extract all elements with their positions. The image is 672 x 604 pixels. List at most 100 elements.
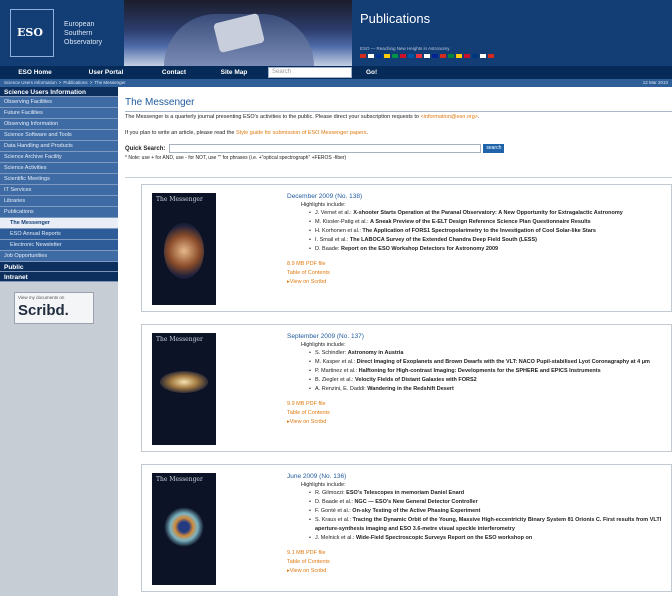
- flag-icon[interactable]: [432, 54, 438, 58]
- flag-icon[interactable]: [456, 54, 462, 58]
- highlight-title: Halftoning for High-contrast Imaging: De…: [358, 368, 601, 374]
- sidebar-item-science-activities[interactable]: Science Activities: [0, 163, 118, 174]
- sidebar-header-science-users[interactable]: Science Users Information: [0, 87, 118, 97]
- flag-icon[interactable]: [488, 54, 494, 58]
- issue-info: December 2009 (No. 138) Highlights inclu…: [287, 193, 671, 287]
- issue-info: September 2009 (No. 137) Highlights incl…: [287, 333, 671, 427]
- breadcrumb-item-science-users[interactable]: Science Users Information: [4, 80, 57, 86]
- sidebar-header-intranet[interactable]: Intranet: [0, 272, 118, 282]
- highlight-author: D. Baade:: [315, 246, 341, 252]
- pdf-download-link[interactable]: 8.9 MB PDF file: [287, 260, 671, 269]
- highlight-title: X-shooter Starts Operation at the Parana…: [353, 210, 623, 216]
- scribd-link[interactable]: ▸View on Scribd: [287, 418, 671, 427]
- style-guide-text: If you plan to write an article, please …: [125, 130, 368, 136]
- eso-logo[interactable]: ESO European Southern Observatory: [4, 3, 122, 63]
- table-of-contents-link[interactable]: Table of Contents: [287, 558, 671, 567]
- nav-eso-home[interactable]: ESO Home: [0, 69, 70, 76]
- sidebar-item-science-archive[interactable]: Science Archive Facility: [0, 152, 118, 163]
- nav-site-map[interactable]: Site Map: [206, 69, 262, 76]
- sidebar-item-libraries[interactable]: Libraries: [0, 196, 118, 207]
- highlight-author: H. Korhonen et al.:: [315, 228, 363, 234]
- sidebar-item-it-services[interactable]: IT Services: [0, 185, 118, 196]
- sidebar-item-publications[interactable]: Publications: [0, 207, 118, 218]
- sidebar-item-data-handling[interactable]: Data Handling and Products: [0, 141, 118, 152]
- flag-icon[interactable]: [384, 54, 390, 58]
- flag-icon[interactable]: [480, 54, 486, 58]
- highlight-author: M. Kasper et al.:: [315, 359, 357, 365]
- sidebar-header-public[interactable]: Public: [0, 262, 118, 272]
- scribd-link[interactable]: ▸View on Scribd: [287, 278, 671, 287]
- highlight-title: Velocity Fields of Distant Galaxies with…: [355, 377, 477, 383]
- flag-icon[interactable]: [392, 54, 398, 58]
- table-of-contents-link[interactable]: Table of Contents: [287, 409, 671, 418]
- table-of-contents-link[interactable]: Table of Contents: [287, 269, 671, 278]
- telescope-banner-image: [124, 0, 352, 66]
- cover-title: The Messenger: [156, 476, 203, 483]
- issue-links: 9.9 MB PDF file Table of Contents ▸View …: [287, 400, 671, 427]
- eso-logo-mark: ESO: [10, 9, 54, 57]
- highlight-title: NGC — ESO's New General Detector Control…: [354, 499, 478, 505]
- highlights-list: J. Vernet et al.: X-shooter Starts Opera…: [309, 209, 671, 254]
- flag-icon[interactable]: [368, 54, 374, 58]
- highlight-item: R. Gilmozzi: ESO's Telescopes in memoria…: [309, 489, 671, 498]
- intro-text: The Messenger is a quarterly journal pre…: [125, 114, 480, 120]
- sidebar-item-science-software[interactable]: Science Software and Tools: [0, 130, 118, 141]
- sidebar-item-observing-information[interactable]: Observing Information: [0, 119, 118, 130]
- flag-icon[interactable]: [400, 54, 406, 58]
- scribd-link[interactable]: ▸View on Scribd: [287, 567, 671, 576]
- cover-title: The Messenger: [156, 196, 203, 203]
- scribd-badge[interactable]: View my documents on Scribd.: [14, 292, 94, 324]
- pdf-download-link[interactable]: 9.9 MB PDF file: [287, 400, 671, 409]
- flag-icon[interactable]: [416, 54, 422, 58]
- go-button[interactable]: Go!: [366, 69, 377, 76]
- sidebar-item-observing-facilities[interactable]: Observing Facilities: [0, 97, 118, 108]
- list-divider: [125, 177, 672, 178]
- sidebar-subitem-annual-reports[interactable]: ESO Annual Reports: [0, 229, 118, 240]
- subscription-email-link[interactable]: <information@eso.org>: [420, 114, 478, 120]
- pdf-download-link[interactable]: 9.1 MB PDF file: [287, 549, 671, 558]
- sidebar-item-scientific-meetings[interactable]: Scientific Meetings: [0, 174, 118, 185]
- sidebar-item-future-facilities[interactable]: Future Facilities: [0, 108, 118, 119]
- tagline: ESO — Reaching New Heights in Astronomy: [360, 46, 450, 51]
- sidebar-item-job-opportunities[interactable]: Job Opportunities: [0, 251, 118, 262]
- highlight-author: I. Smail et al.:: [315, 237, 350, 243]
- cover-title: The Messenger: [156, 336, 203, 343]
- issue-title-link[interactable]: June 2009 (No. 136): [287, 473, 671, 480]
- nav-user-portal[interactable]: User Portal: [70, 69, 142, 76]
- issue-title-link[interactable]: December 2009 (No. 138): [287, 193, 671, 200]
- highlight-author: R. Gilmozzi:: [315, 490, 347, 496]
- site-search-input[interactable]: Search: [268, 67, 352, 78]
- quick-search-label: Quick Search:: [125, 145, 166, 152]
- scribd-link-label: View on Scribd: [289, 279, 327, 285]
- nav-contact[interactable]: Contact: [142, 69, 206, 76]
- sidebar-subitem-the-messenger[interactable]: The Messenger: [0, 218, 118, 229]
- language-flags[interactable]: [360, 54, 494, 58]
- highlight-title: A Sneak Preview of the E-ELT Design Refe…: [370, 219, 591, 225]
- flag-icon[interactable]: [408, 54, 414, 58]
- flag-icon[interactable]: [424, 54, 430, 58]
- flag-icon[interactable]: [448, 54, 454, 58]
- quick-search-button[interactable]: search: [483, 144, 505, 153]
- sidebar-subitem-newsletter[interactable]: Electronic Newsletter: [0, 240, 118, 251]
- style-guide-link[interactable]: Style guide for submission of ESO Messen…: [236, 130, 367, 136]
- main-content: The Messenger The Messenger is a quarter…: [118, 87, 672, 596]
- flag-icon[interactable]: [376, 54, 382, 58]
- cover-artwork: [160, 371, 208, 393]
- issue-cover-image[interactable]: The Messenger: [152, 333, 216, 445]
- flag-icon[interactable]: [360, 54, 366, 58]
- flag-icon[interactable]: [472, 54, 478, 58]
- issue-cover-image[interactable]: The Messenger: [152, 473, 216, 585]
- issue-title-link[interactable]: September 2009 (No. 137): [287, 333, 671, 340]
- quick-search-input[interactable]: [169, 144, 482, 153]
- highlight-item: M. Kissler-Patig et al.: A Sneak Preview…: [309, 218, 671, 227]
- issue-cover-image[interactable]: The Messenger: [152, 193, 216, 305]
- breadcrumb-item-publications[interactable]: Publications: [63, 80, 87, 86]
- highlight-author: S. Schindler:: [315, 350, 348, 356]
- flag-icon[interactable]: [464, 54, 470, 58]
- style-guide-end: .: [366, 130, 369, 136]
- highlight-author: A. Renzini, E. Daddi:: [315, 386, 368, 392]
- highlight-title: Report on the ESO Workshop Detectors for…: [341, 246, 499, 252]
- section-title: Publications: [360, 11, 431, 26]
- flag-icon[interactable]: [440, 54, 446, 58]
- quick-search: Quick Search: search: [125, 144, 505, 153]
